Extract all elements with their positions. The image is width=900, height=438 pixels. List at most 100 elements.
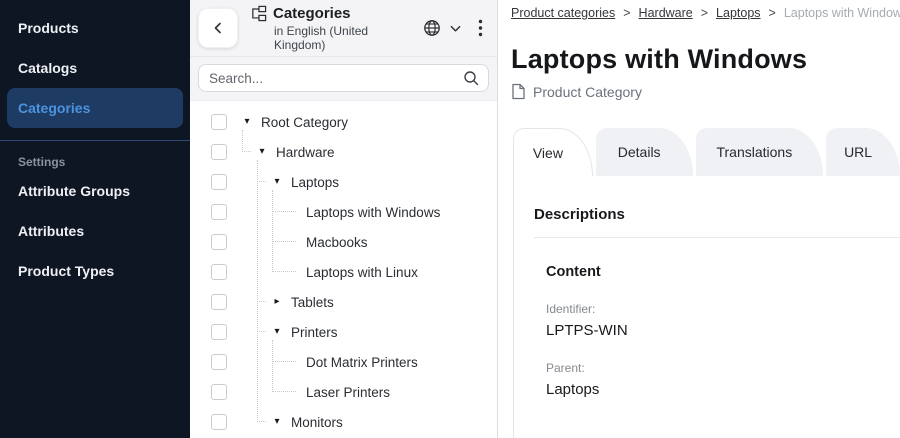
tree-row-hardware[interactable]: ▾ Hardware [190, 137, 497, 167]
tree-panel-header: Categories in English (United Kingdom) [190, 0, 497, 101]
tree-row-laptops[interactable]: ▾ Laptops [190, 167, 497, 197]
page-subtitle: Product Category [511, 83, 900, 100]
breadcrumb-separator: > [623, 6, 630, 20]
globe-icon [422, 18, 442, 38]
chevron-left-icon [210, 20, 226, 36]
checkbox[interactable] [211, 384, 227, 400]
chevron-down-icon [449, 22, 462, 35]
kebab-menu-button[interactable] [476, 17, 485, 39]
tab-url[interactable]: URL [826, 128, 900, 176]
expand-arrow-icon[interactable]: ▸ [271, 296, 283, 308]
expand-arrow-icon[interactable]: ▾ [241, 116, 253, 128]
sidebar-item-categories[interactable]: Categories [7, 88, 183, 128]
tree-row-laptops-with-linux[interactable]: Laptops with Linux [190, 257, 497, 287]
sidebar-item-catalogs[interactable]: Catalogs [0, 48, 190, 88]
checkbox[interactable] [211, 414, 227, 430]
tree-connector-line [272, 211, 296, 212]
hierarchy-icon [250, 5, 267, 22]
checkbox[interactable] [211, 204, 227, 220]
content-block: Content Identifier: LPTPS-WIN Parent: La… [546, 264, 900, 398]
tree-connector-line [257, 421, 266, 422]
tree-connector-line [242, 130, 243, 152]
breadcrumb-current: Laptops with Windows [784, 6, 900, 20]
tree-row-monitors[interactable]: ▾ Monitors [190, 407, 497, 437]
expand-arrow-icon[interactable]: ▾ [271, 416, 283, 428]
tree-row-printers[interactable]: ▾ Printers [190, 317, 497, 347]
page-subtitle-label: Product Category [533, 84, 642, 100]
checkbox[interactable] [211, 354, 227, 370]
checkbox[interactable] [211, 294, 227, 310]
tree-node-label[interactable]: Laptops with Linux [306, 265, 418, 280]
tree-node-label[interactable]: Root Category [261, 115, 348, 130]
tab-details[interactable]: Details [596, 128, 693, 176]
search-icon [462, 69, 480, 87]
tree-panel-locale-subtitle: in English (United Kingdom) [274, 24, 420, 52]
checkbox[interactable] [211, 174, 227, 190]
tree-row-dot-matrix-printers[interactable]: Dot Matrix Printers [190, 347, 497, 377]
breadcrumb-link-hardware[interactable]: Hardware [639, 6, 693, 20]
sidebar-section-settings: Settings [0, 141, 190, 171]
checkbox[interactable] [211, 264, 227, 280]
tab-translations[interactable]: Translations [696, 128, 824, 176]
back-button[interactable] [198, 8, 238, 48]
tree-connector-line [242, 151, 251, 152]
tree-connector-line [272, 361, 296, 362]
tree-connector-line [257, 181, 266, 182]
tree-node-label[interactable]: Dot Matrix Printers [306, 355, 418, 370]
checkbox[interactable] [211, 234, 227, 250]
tab-bar: View Details Translations URL [511, 128, 900, 176]
tab-view[interactable]: View [513, 128, 593, 176]
tree-connector-line [257, 301, 266, 302]
tree-node-label[interactable]: Hardware [276, 145, 335, 160]
document-icon [511, 83, 526, 100]
tree-connector-line [272, 241, 296, 242]
tree-node-label[interactable]: Laser Printers [306, 385, 390, 400]
sidebar-item-attributes[interactable]: Attributes [0, 211, 190, 251]
breadcrumb: Product categories > Hardware > Laptops … [511, 0, 900, 20]
kebab-icon [478, 19, 483, 37]
tree-row-tablets[interactable]: ▸ Tablets [190, 287, 497, 317]
breadcrumb-link-laptops[interactable]: Laptops [716, 6, 760, 20]
tree-node-label[interactable]: Laptops with Windows [306, 205, 440, 220]
category-search-input[interactable] [198, 64, 489, 92]
category-tree-panel: Categories in English (United Kingdom) [190, 0, 498, 438]
parent-field-label: Parent: [546, 361, 900, 375]
breadcrumb-separator: > [769, 6, 776, 20]
sidebar-item-product-types[interactable]: Product Types [0, 251, 190, 291]
sidebar-item-products[interactable]: Products [0, 8, 190, 48]
breadcrumb-separator: > [701, 6, 708, 20]
tree-connector-line [272, 340, 273, 392]
parent-field-value: Laptops [546, 381, 900, 398]
expand-arrow-icon[interactable]: ▾ [271, 176, 283, 188]
breadcrumb-link-product-categories[interactable]: Product categories [511, 6, 615, 20]
tree-node-label[interactable]: Macbooks [306, 235, 368, 250]
main-sidebar: Products Catalogs Categories Settings At… [0, 0, 190, 438]
main-content: Product categories > Hardware > Laptops … [498, 0, 900, 438]
checkbox[interactable] [211, 144, 227, 160]
tree-connector-line [272, 271, 296, 272]
tree-connector-line [272, 190, 273, 272]
tree-row-laptops-with-windows[interactable]: Laptops with Windows [190, 197, 497, 227]
tree-panel-title: Categories [273, 5, 351, 22]
tree-connector-line [272, 391, 296, 392]
descriptions-section-title: Descriptions [534, 206, 900, 223]
checkbox[interactable] [211, 324, 227, 340]
locale-switcher-button[interactable] [420, 16, 464, 40]
tree-row-root-category[interactable]: ▾ Root Category [190, 107, 497, 137]
identifier-field-label: Identifier: [546, 302, 900, 316]
tree-connector-line [257, 160, 258, 422]
sidebar-item-attribute-groups[interactable]: Attribute Groups [0, 171, 190, 211]
tree-node-label[interactable]: Monitors [291, 415, 343, 430]
view-tab-panel: Descriptions Content Identifier: LPTPS-W… [513, 176, 900, 438]
tree-node-label[interactable]: Tablets [291, 295, 334, 310]
checkbox[interactable] [211, 114, 227, 130]
expand-arrow-icon[interactable]: ▾ [256, 146, 268, 158]
tree-row-macbooks[interactable]: Macbooks [190, 227, 497, 257]
category-tree: ▾ Root Category ▾ Hardware ▾ Laptops Lap… [190, 101, 497, 438]
expand-arrow-icon[interactable]: ▾ [271, 326, 283, 338]
identifier-field-value: LPTPS-WIN [546, 322, 900, 339]
tree-node-label[interactable]: Printers [291, 325, 338, 340]
tree-node-label[interactable]: Laptops [291, 175, 339, 190]
tree-row-laser-printers[interactable]: Laser Printers [190, 377, 497, 407]
section-divider [534, 237, 900, 238]
